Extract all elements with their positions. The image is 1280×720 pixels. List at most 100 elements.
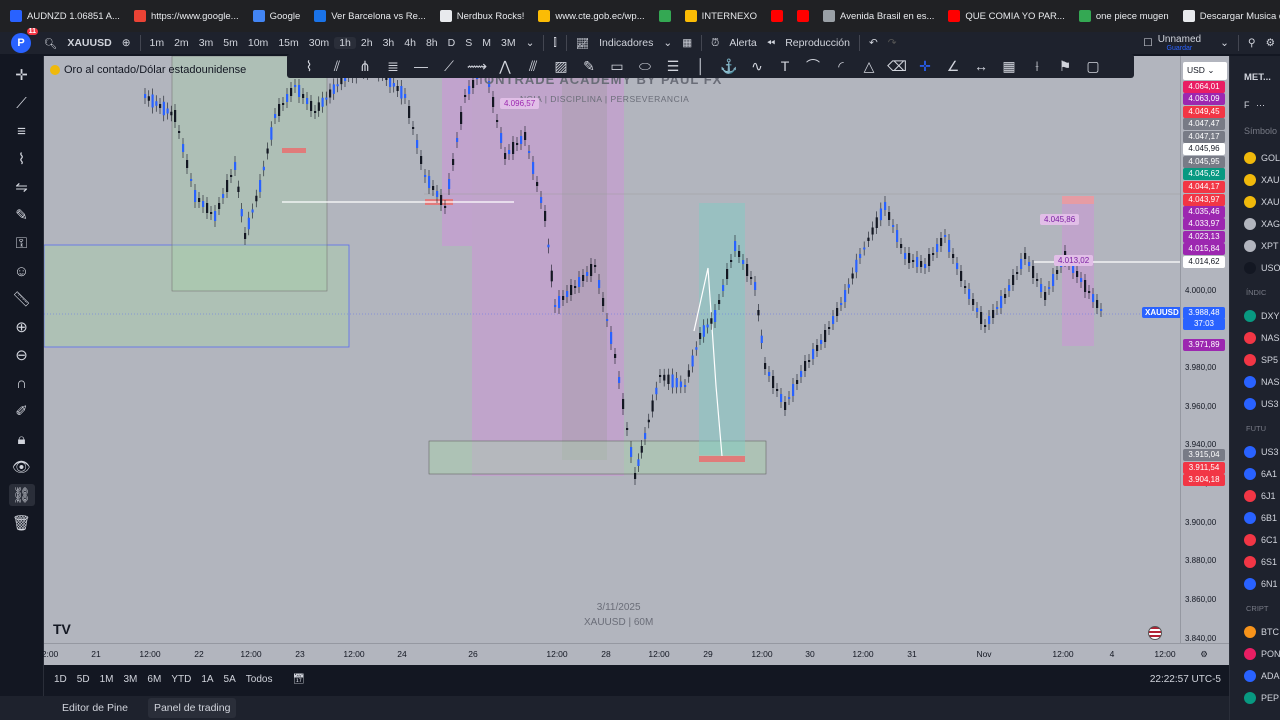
watchlist-header[interactable]: MET...	[1244, 72, 1271, 83]
bookmark-item[interactable]: QUE COMIA YO PAR...	[948, 10, 1065, 22]
watchlist-row[interactable]: BTC	[1244, 626, 1279, 638]
bookmark-item[interactable]: www.cte.gob.ec/wp...	[538, 10, 645, 22]
indicators-icon[interactable]: 📈︎	[571, 37, 594, 50]
search-icon[interactable]: 🔍︎	[39, 37, 62, 50]
timeframe-4h[interactable]: 4h	[399, 37, 421, 49]
path-icon[interactable]: ⟿	[465, 56, 489, 76]
vertical-line-icon[interactable]: │	[689, 56, 713, 76]
section-label[interactable]: FUTU	[1246, 424, 1266, 433]
currency-select[interactable]: USD ⌄	[1183, 62, 1227, 80]
angle-icon[interactable]: ∠	[941, 56, 965, 76]
range-6m[interactable]: 6M	[147, 674, 161, 685]
bookmark-item[interactable]	[771, 10, 784, 22]
watchlist-row[interactable]: 6A1	[1244, 468, 1277, 480]
patterns-icon[interactable]: ⌇	[9, 148, 35, 170]
magnet-icon[interactable]: ∩	[9, 372, 35, 394]
range-1d[interactable]: 1D	[54, 674, 67, 685]
watchlist-row[interactable]: NAS	[1244, 332, 1280, 344]
section-label[interactable]: CRIPT	[1246, 604, 1269, 613]
list-icon[interactable]: ☰	[661, 56, 685, 76]
clock[interactable]: 22:22:57 UTC-5	[1150, 674, 1221, 685]
bookmark-item[interactable]: one piece mugen	[1078, 10, 1169, 22]
watchlist-row[interactable]: DXY	[1244, 310, 1280, 322]
alarm-icon[interactable]: ⏰︎	[706, 37, 724, 50]
layout-chevron-icon[interactable]: ⌄	[1215, 37, 1234, 49]
timeframe-1m[interactable]: 1m	[145, 37, 170, 49]
link-icon[interactable]: ⛓	[8, 484, 35, 506]
axis-settings-icon[interactable]: ⚙	[1200, 649, 1208, 660]
curve-icon[interactable]: ⌒	[801, 56, 825, 76]
arc-icon[interactable]: ◜	[829, 56, 853, 76]
eraser-icon[interactable]: ⌫	[885, 56, 909, 76]
timeframe-30m[interactable]: 30m	[304, 37, 334, 49]
triangle-icon[interactable]: △	[857, 56, 881, 76]
user-avatar[interactable]: P 11	[11, 28, 38, 53]
ellipse-icon[interactable]: ⬭	[633, 56, 657, 76]
range-5d[interactable]: 5D	[77, 674, 90, 685]
trend-line-icon[interactable]: ⟋	[9, 92, 35, 114]
anchor-icon[interactable]: ⚓	[717, 56, 741, 76]
measure-icon[interactable]: ⟊	[1025, 56, 1049, 76]
quick-search-icon[interactable]: ⚲	[1243, 37, 1261, 49]
eye-icon[interactable]: 👁︎	[9, 456, 35, 478]
fib-retracement-icon[interactable]: ≡	[9, 120, 35, 142]
date-range-icon[interactable]: ↔	[969, 56, 993, 76]
zoom-in-icon[interactable]: ⊕	[9, 316, 35, 338]
range-ytd[interactable]: YTD	[171, 674, 191, 685]
indicators-button[interactable]: Indicadores	[594, 37, 658, 49]
range-1m[interactable]: 1M	[100, 674, 114, 685]
watchlist-row[interactable]: ADA	[1244, 670, 1280, 682]
undo-icon[interactable]: ↶	[864, 37, 883, 49]
gann-icon[interactable]: ▨	[549, 56, 573, 76]
watchlist-row[interactable]: USO	[1244, 262, 1280, 274]
bookmark-item[interactable]: Nerdbux Rocks!	[439, 10, 524, 22]
notification-badge[interactable]: 11	[26, 28, 38, 35]
ruler-icon[interactable]: 📏︎	[9, 288, 35, 310]
font-icon[interactable]: F	[1244, 100, 1250, 110]
watchlist-row[interactable]: XAG	[1244, 218, 1280, 230]
layout-name-block[interactable]: Unnamed Guardar	[1158, 34, 1201, 52]
more-icon[interactable]: ⋯	[1256, 100, 1265, 111]
watchlist-row[interactable]: XAU	[1244, 196, 1280, 208]
flag-icon[interactable]	[1148, 626, 1162, 640]
timeframe-1h[interactable]: 1h	[334, 37, 356, 49]
timeframe-3M[interactable]: 3M	[496, 37, 521, 49]
watchlist-row[interactable]: 6B1	[1244, 512, 1277, 524]
indicators-chevron-icon[interactable]: ⌄	[658, 37, 677, 49]
timeframe-D[interactable]: D	[443, 37, 461, 49]
timeframe-S[interactable]: S	[460, 37, 477, 49]
watchlist-row[interactable]: PON	[1244, 648, 1280, 660]
watchlist-row[interactable]: GOL	[1244, 152, 1280, 164]
wave-icon[interactable]: ∿	[745, 56, 769, 76]
watchlist-row[interactable]: PEP	[1244, 692, 1279, 704]
crosshair-icon[interactable]: ✛	[913, 56, 937, 76]
watchlist-row[interactable]: 6S1	[1244, 556, 1277, 568]
watchlist-row[interactable]: US3	[1244, 398, 1279, 410]
brush-icon[interactable]: ✎	[577, 56, 601, 76]
rectangle-icon[interactable]: ▭	[605, 56, 629, 76]
watchlist-row[interactable]: 6J1	[1244, 490, 1276, 502]
timeframe-3m[interactable]: 3m	[194, 37, 219, 49]
redo-icon[interactable]: ↷	[883, 37, 902, 49]
timeframe-5m[interactable]: 5m	[218, 37, 243, 49]
text-icon[interactable]: T	[773, 56, 797, 76]
bookmark-item[interactable]: AUDNZD 1.06851 A...	[10, 10, 120, 22]
grid-icon[interactable]: ▦	[997, 56, 1021, 76]
settings-icon[interactable]: ⚙	[1261, 37, 1280, 49]
bookmark-item[interactable]	[797, 10, 810, 22]
watchlist-row[interactable]: NAS	[1244, 376, 1280, 388]
tab-pine-editor[interactable]: Editor de Pine	[56, 698, 134, 718]
bookmark-item[interactable]	[658, 10, 671, 22]
pencil-lock-icon[interactable]: ✐	[9, 400, 35, 422]
chart-pane[interactable]: Oro al contado/Dólar estadounidense ONTR…	[44, 56, 1180, 643]
watchlist-row[interactable]: XAU	[1244, 174, 1280, 186]
watchlist-row[interactable]: 6C1	[1244, 534, 1278, 546]
ray-icon[interactable]: ⟋	[437, 56, 461, 76]
replay-icon[interactable]: ⏪︎	[762, 37, 780, 50]
flag-tool-icon[interactable]: ⚑	[1053, 56, 1077, 76]
zigzag-icon[interactable]: ⋀	[493, 56, 517, 76]
trash-icon[interactable]: 🗑︎	[9, 512, 35, 534]
fib-channel-icon[interactable]: ⫻	[521, 56, 545, 76]
bookmark-item[interactable]: Descargar Musica d...	[1182, 10, 1280, 22]
timeframe-8h[interactable]: 8h	[421, 37, 443, 49]
